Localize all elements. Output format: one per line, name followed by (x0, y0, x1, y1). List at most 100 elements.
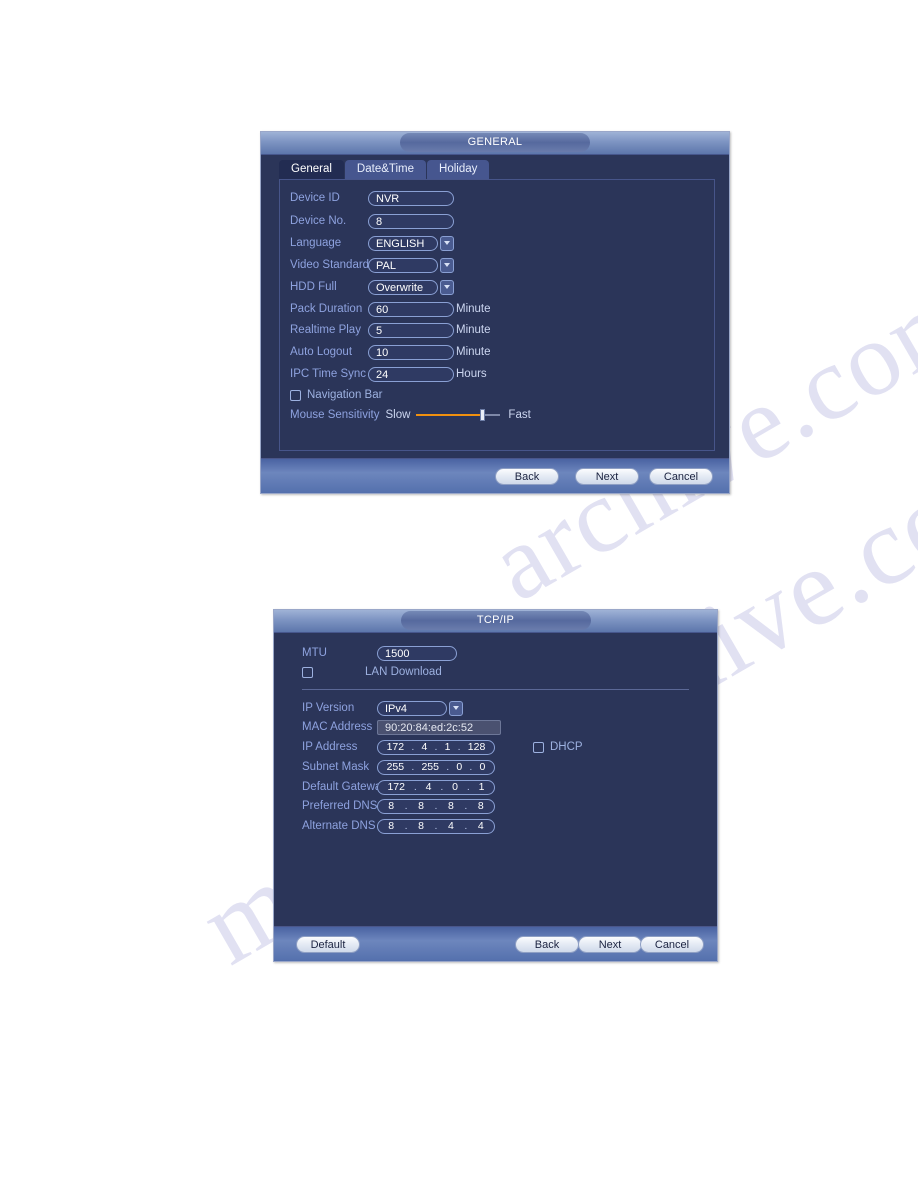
video-standard-select-value[interactable]: PAL (368, 257, 438, 273)
slider-thumb[interactable] (479, 409, 485, 421)
cancel-button[interactable]: Cancel (649, 468, 713, 485)
language-select[interactable]: ENGLISH (368, 235, 454, 251)
octet[interactable]: 4 (478, 819, 484, 834)
octet[interactable]: 0 (479, 760, 485, 775)
alternate-dns-label: Alternate DNS (302, 820, 376, 832)
octet[interactable]: 1 (445, 740, 451, 755)
mtu-input[interactable]: 1500 (377, 645, 457, 661)
lan-download-checkbox[interactable] (302, 666, 313, 678)
ip-dot: . (434, 740, 438, 753)
navigation-bar-checkbox[interactable] (290, 389, 301, 401)
octet[interactable]: 0 (452, 780, 458, 795)
field-row-default-gateway: Default Gateway 172 . 4 . 0 . 1 (302, 778, 495, 796)
cancel-button[interactable]: Cancel (640, 936, 704, 953)
octet[interactable]: 128 (468, 740, 486, 755)
general-dialog-titlebar: GENERAL (261, 132, 729, 155)
ip-dot: . (446, 760, 450, 773)
octet[interactable]: 172 (387, 740, 405, 755)
alternate-dns-input[interactable]: 8 . 8 . 4 . 4 (377, 818, 495, 834)
ipc-time-sync-label: IPC Time Sync (290, 368, 367, 380)
preferred-dns-label: Preferred DNS (302, 800, 378, 812)
tab-holiday[interactable]: Holiday (427, 160, 490, 179)
octet[interactable]: 8 (388, 799, 394, 814)
mouse-sensitivity-min-label: Slow (385, 409, 411, 421)
octet[interactable]: 8 (418, 819, 424, 834)
back-button[interactable]: Back (515, 936, 579, 953)
ipc-time-sync-unit: Hours (456, 368, 487, 380)
lan-download-label: LAN Download (365, 666, 442, 678)
ip-version-select-value[interactable]: IPv4 (377, 700, 447, 716)
general-dialog-title: GENERAL (400, 133, 590, 152)
general-dialog-footer: Back Next Cancel (261, 458, 729, 493)
octet[interactable]: 4 (421, 740, 427, 755)
back-button[interactable]: Back (495, 468, 559, 485)
tab-general[interactable]: General (279, 160, 344, 179)
tcpip-dialog-footer: Default Back Next Cancel (274, 926, 717, 961)
ipc-time-sync-input[interactable]: 24 (368, 366, 454, 382)
realtime-play-input[interactable]: 5 (368, 322, 454, 338)
ip-dot: . (464, 819, 468, 832)
hdd-full-label: HDD Full (290, 281, 337, 293)
ip-dot: . (404, 799, 408, 812)
auto-logout-input[interactable]: 10 (368, 344, 454, 360)
field-row-navigation-bar[interactable]: Navigation Bar (290, 386, 382, 404)
language-label: Language (290, 237, 342, 249)
ip-address-input[interactable]: 172 . 4 . 1 . 128 (377, 739, 495, 755)
octet[interactable]: 0 (456, 760, 462, 775)
ip-dot: . (434, 799, 438, 812)
chevron-down-icon[interactable] (449, 700, 463, 716)
ip-dot: . (457, 740, 461, 753)
octet[interactable]: 8 (418, 799, 424, 814)
subnet-mask-input[interactable]: 255 . 255 . 0 . 0 (377, 759, 495, 775)
octet[interactable]: 255 (387, 760, 405, 775)
octet[interactable]: 8 (478, 799, 484, 814)
field-row-device-id: Device ID NVR (290, 189, 454, 207)
mouse-sensitivity-slider[interactable] (416, 409, 501, 421)
octet[interactable]: 172 (387, 780, 405, 795)
ip-dot: . (411, 760, 415, 773)
chevron-down-icon[interactable] (440, 235, 454, 251)
next-button[interactable]: Next (575, 468, 639, 485)
ip-dot: . (464, 799, 468, 812)
octet[interactable]: 4 (426, 780, 432, 795)
video-standard-label: Video Standard (290, 259, 370, 271)
field-row-preferred-dns: Preferred DNS 8 . 8 . 8 . 8 (302, 797, 495, 815)
video-standard-select[interactable]: PAL (368, 257, 454, 273)
octet[interactable]: 255 (421, 760, 439, 775)
octet[interactable]: 4 (448, 819, 454, 834)
tab-date-time[interactable]: Date&Time (344, 160, 427, 179)
pack-duration-input[interactable]: 60 (368, 301, 454, 317)
device-id-label: Device ID (290, 192, 340, 204)
device-id-input[interactable]: NVR (368, 190, 454, 206)
field-row-ipc-time-sync: IPC Time Sync 24 Hours (290, 365, 487, 383)
mouse-sensitivity-max-label: Fast (508, 409, 531, 421)
field-row-subnet-mask: Subnet Mask 255 . 255 . 0 . 0 (302, 758, 495, 776)
pack-duration-unit: Minute (456, 303, 491, 315)
section-divider (302, 689, 689, 690)
next-button[interactable]: Next (578, 936, 642, 953)
ip-version-label: IP Version (302, 702, 355, 714)
hdd-full-select-value[interactable]: Overwrite (368, 279, 438, 295)
preferred-dns-input[interactable]: 8 . 8 . 8 . 8 (377, 798, 495, 814)
ip-dot: . (411, 740, 415, 753)
octet[interactable]: 8 (448, 799, 454, 814)
default-button[interactable]: Default (296, 936, 360, 953)
chevron-down-icon[interactable] (440, 279, 454, 295)
dhcp-checkbox[interactable] (533, 741, 544, 753)
octet[interactable]: 8 (388, 819, 394, 834)
tcpip-settings-dialog: TCP/IP MTU 1500 LAN Download IP Version … (273, 609, 718, 962)
octet[interactable]: 1 (479, 780, 485, 795)
realtime-play-label: Realtime Play (290, 324, 361, 336)
language-select-value[interactable]: ENGLISH (368, 235, 438, 251)
default-gateway-input[interactable]: 172 . 4 . 0 . 1 (377, 779, 495, 795)
device-no-input[interactable]: 8 (368, 213, 454, 229)
ip-dot: . (440, 780, 444, 793)
ip-version-select[interactable]: IPv4 (377, 700, 463, 716)
dhcp-checkbox-group[interactable]: DHCP (533, 741, 583, 753)
hdd-full-select[interactable]: Overwrite (368, 279, 454, 295)
ip-address-label: IP Address (302, 741, 358, 753)
field-row-device-no: Device No. 8 (290, 212, 454, 230)
field-row-lan-download[interactable]: LAN Download (302, 663, 442, 681)
chevron-down-icon[interactable] (440, 257, 454, 273)
ip-dot: . (404, 819, 408, 832)
